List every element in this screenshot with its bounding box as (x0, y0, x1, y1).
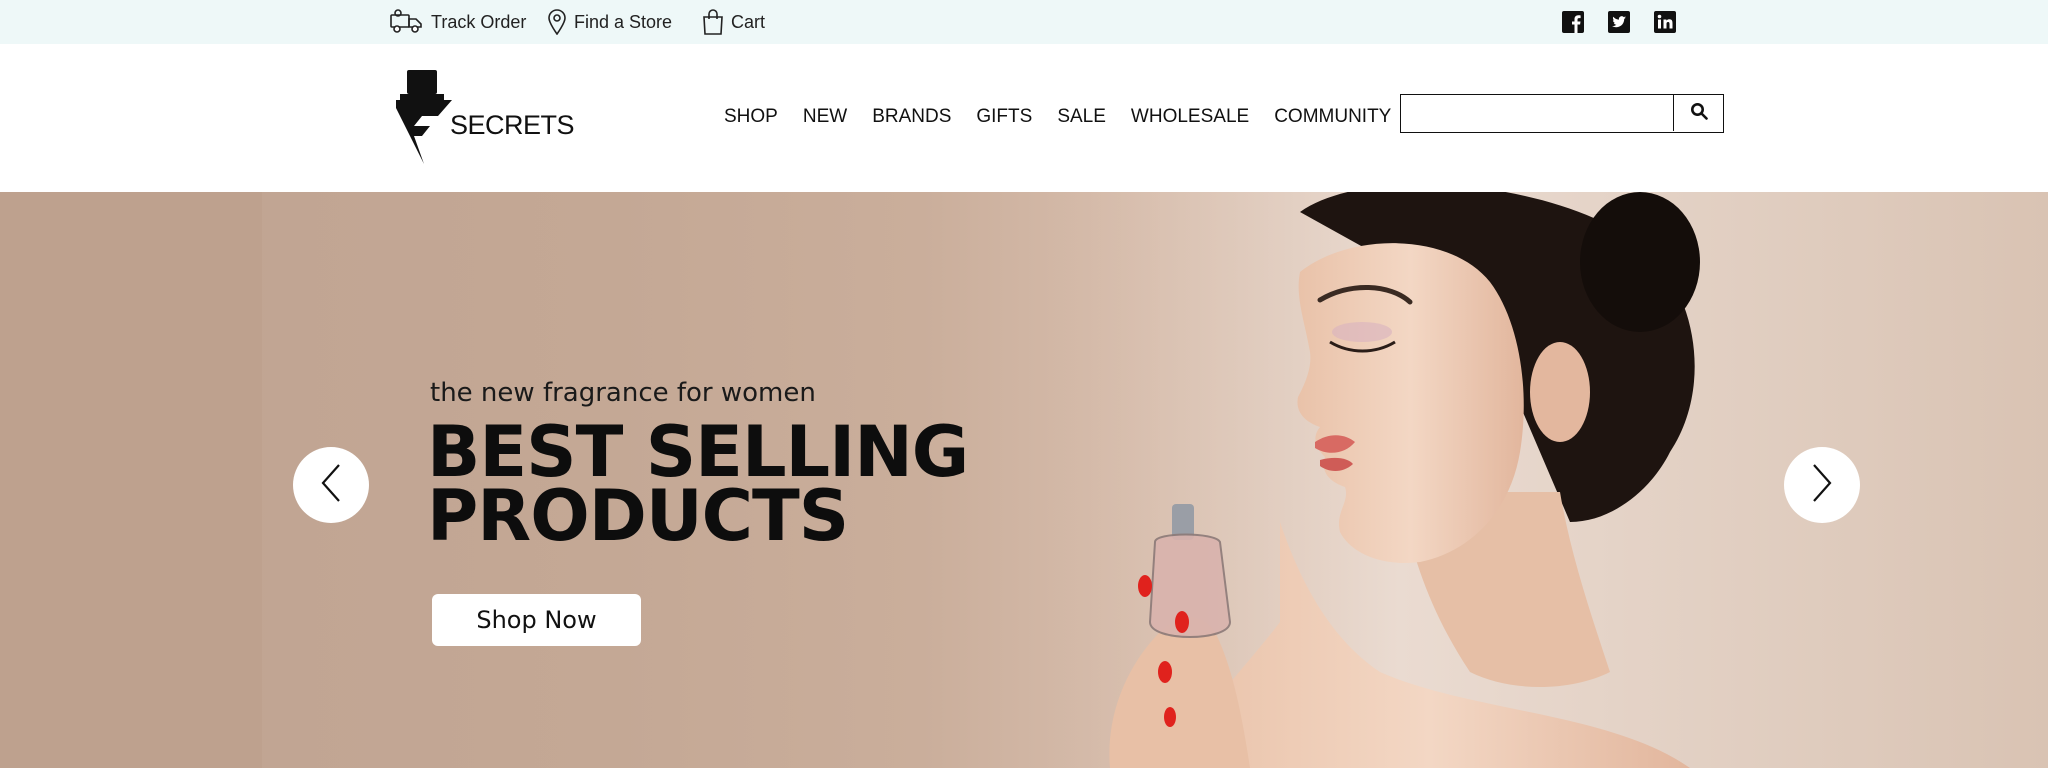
nav-brands[interactable]: BRANDS (872, 106, 951, 136)
cart-label: Cart (731, 11, 766, 32)
hero-model-image (1050, 192, 2048, 768)
find-store-label: Find a Store (574, 11, 673, 32)
truck-icon (390, 9, 424, 35)
logo-text: SECRETS (450, 110, 575, 140)
track-order-label: Track Order (431, 11, 527, 32)
search-input[interactable] (1401, 95, 1673, 131)
hero-subtitle: the new fragrance for women (430, 378, 816, 408)
shopping-bag-icon (702, 9, 724, 35)
track-order-link[interactable]: Track Order (390, 8, 526, 36)
search-box (1400, 94, 1724, 133)
hero-left-panel (0, 192, 262, 768)
main-header: SECRETS SHOP NEW BRANDS GIFTS SALE WHOLE… (0, 44, 2048, 192)
hero-banner: the new fragrance for women BEST SELLING… (0, 192, 2048, 768)
cart-link[interactable]: Cart (702, 8, 765, 36)
nav-new[interactable]: NEW (803, 106, 847, 136)
nav-sale[interactable]: SALE (1057, 106, 1106, 136)
chevron-right-icon (1810, 463, 1834, 508)
nav-shop[interactable]: SHOP (724, 106, 778, 136)
nav-community[interactable]: COMMUNITY (1274, 106, 1391, 136)
nav-wholesale[interactable]: WHOLESALE (1131, 106, 1249, 136)
hero-headline-line2: PRODUCTS (427, 475, 849, 557)
hero-headline: BEST SELLING PRODUCTS (427, 417, 969, 557)
search-button[interactable] (1673, 95, 1723, 131)
top-utility-bar: Track Order Find a Store Cart (0, 0, 2048, 44)
twitter-icon[interactable] (1607, 10, 1631, 34)
find-store-link[interactable]: Find a Store (547, 8, 672, 36)
linkedin-icon[interactable] (1653, 10, 1677, 34)
facebook-icon[interactable] (1561, 10, 1585, 34)
carousel-prev-button[interactable] (293, 447, 369, 523)
nav-gifts[interactable]: GIFTS (976, 106, 1032, 136)
map-pin-icon (547, 9, 567, 35)
search-icon (1690, 102, 1708, 125)
main-nav: SHOP NEW BRANDS GIFTS SALE WHOLESALE COM… (724, 106, 1416, 136)
carousel-next-button[interactable] (1784, 447, 1860, 523)
chevron-left-icon (319, 463, 343, 508)
shop-now-button[interactable]: Shop Now (432, 594, 641, 646)
